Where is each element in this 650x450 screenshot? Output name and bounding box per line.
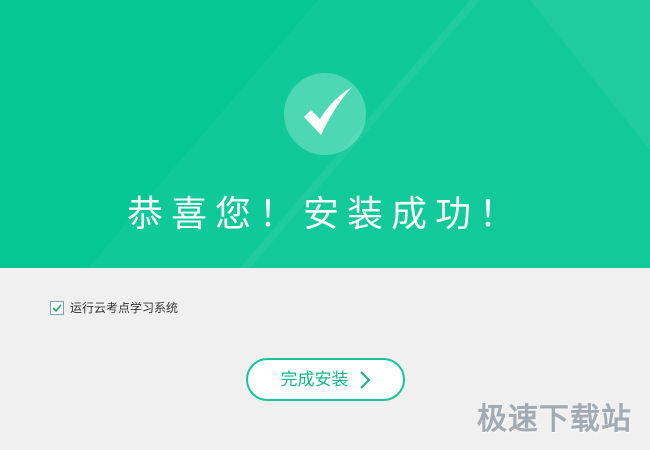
success-banner: 恭喜您！安装成功！ bbox=[0, 0, 650, 268]
site-watermark: 极速下载站 bbox=[477, 402, 632, 437]
finish-install-button[interactable]: 完成安装 bbox=[246, 358, 405, 401]
run-after-install-option[interactable]: 运行云考点学习系统 bbox=[50, 299, 178, 317]
run-after-install-label: 运行云考点学习系统 bbox=[70, 301, 179, 315]
run-after-install-checkbox[interactable] bbox=[50, 301, 64, 315]
installer-window: 恭喜您！安装成功！ 运行云考点学习系统 完成安装 极速下载站 bbox=[0, 0, 650, 450]
checkmark-icon bbox=[52, 304, 62, 313]
checkmark-icon bbox=[304, 87, 352, 135]
success-checkmark-badge bbox=[284, 73, 366, 155]
chevron-right-icon bbox=[359, 370, 370, 389]
success-title: 恭喜您！安装成功！ bbox=[126, 194, 523, 235]
finish-install-label: 完成安装 bbox=[280, 369, 349, 390]
